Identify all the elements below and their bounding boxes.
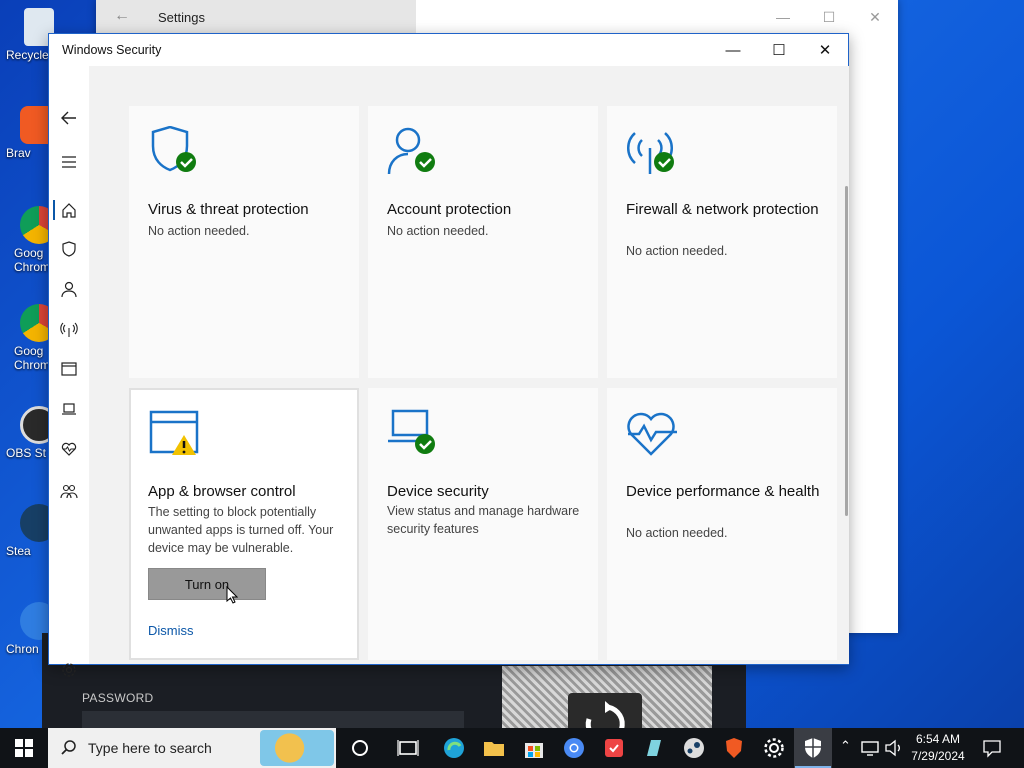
tile-title: Account protection [387, 201, 512, 218]
steam-icon[interactable] [682, 736, 706, 760]
dismiss-link[interactable]: Dismiss [148, 623, 194, 638]
security-content: Virus & threat protection No action need… [89, 66, 849, 664]
turn-on-button[interactable]: Turn on [148, 568, 266, 600]
volume-icon[interactable] [884, 738, 904, 758]
shield-icon [805, 738, 821, 758]
gear-icon [62, 663, 76, 677]
mouse-cursor-icon [226, 586, 238, 604]
security-titlebar: Windows Security — ☐ ✕ [49, 34, 848, 66]
nav-family-options[interactable] [49, 473, 89, 509]
window-title: Windows Security [62, 43, 162, 57]
cortana-icon[interactable] [348, 736, 372, 760]
tile-status: No action needed. [387, 224, 489, 238]
settings-titlebar-left [96, 0, 416, 34]
system-clock[interactable]: 6:54 AM 7/29/2024 [904, 731, 972, 765]
antenna-check-icon [626, 132, 674, 174]
taskbar: Type here to search ⌃ 6:54 AM 7/29/2024 [0, 728, 1024, 768]
tile-status: No action needed. [148, 224, 250, 238]
desktop: Recycle Brav Goog Chrome Goog Chrom OBS … [0, 0, 58, 728]
tile-device-performance-health[interactable]: Device performance & health No action ne… [607, 388, 837, 660]
microsoft-store-icon[interactable] [522, 736, 546, 760]
edge-icon[interactable] [442, 736, 466, 760]
tile-title: App & browser control [148, 483, 296, 500]
family-icon [60, 484, 78, 499]
security-taskbar-button[interactable] [794, 728, 832, 768]
back-arrow-icon [61, 111, 76, 125]
person-icon [61, 281, 77, 298]
browser-warning-icon [149, 410, 199, 455]
nav-settings[interactable] [49, 652, 89, 688]
notification-center-icon[interactable] [982, 738, 1002, 758]
brave-icon[interactable] [722, 736, 746, 760]
app-icon[interactable] [602, 736, 626, 760]
clock-time: 6:54 AM [915, 732, 961, 746]
search-icon [61, 740, 76, 755]
nav-device-security[interactable] [49, 391, 89, 427]
tile-virus-threat-protection[interactable]: Virus & threat protection No action need… [129, 106, 359, 378]
nav-home[interactable] [49, 192, 89, 228]
chromium-icon[interactable] [562, 736, 586, 760]
search-placeholder: Type here to search [88, 740, 212, 756]
security-sidebar [49, 66, 89, 677]
antenna-icon [60, 322, 78, 337]
nav-account-protection[interactable] [49, 271, 89, 307]
settings-gear-icon[interactable] [762, 736, 786, 760]
tile-app-browser-control[interactable]: App & browser control The setting to blo… [129, 388, 359, 660]
tile-status: No action needed. [626, 244, 728, 258]
file-explorer-icon[interactable] [482, 736, 506, 760]
taskbar-search-box[interactable]: Type here to search [48, 728, 336, 768]
settings-title: Settings [158, 10, 205, 25]
heart-pulse-icon [61, 442, 77, 456]
tile-status: The setting to block potentially unwante… [148, 505, 334, 555]
task-view-icon[interactable] [396, 736, 420, 760]
close-button[interactable]: ✕ [802, 34, 848, 66]
tile-title: Firewall & network protection [626, 201, 819, 218]
tile-title: Device performance & health [626, 483, 820, 500]
nav-back-button[interactable] [49, 100, 89, 136]
settings-titlebar: ← Settings — ☐ ✕ [96, 0, 898, 34]
windows-security-window: Windows Security — ☐ ✕ Virus & threat pr… [48, 33, 849, 677]
nav-firewall[interactable] [49, 311, 89, 347]
tile-title: Device security [387, 483, 489, 500]
maximize-icon[interactable]: ☐ [806, 0, 852, 34]
window-controls: — ☐ ✕ [710, 34, 848, 66]
tile-title: Virus & threat protection [148, 201, 309, 218]
person-check-icon [387, 127, 435, 175]
nav-virus-protection[interactable] [49, 231, 89, 267]
start-button[interactable] [0, 728, 48, 768]
tile-status: No action needed. [626, 526, 728, 540]
close-icon[interactable]: ✕ [852, 0, 898, 34]
tile-firewall-network-protection[interactable]: Firewall & network protection No action … [607, 106, 837, 378]
search-highlight-image [260, 730, 334, 766]
clock-date: 7/29/2024 [911, 749, 965, 763]
laptop-check-icon [388, 409, 435, 454]
tile-account-protection[interactable]: Account protection No action needed. [368, 106, 598, 378]
shield-check-icon [151, 126, 196, 172]
shield-icon [62, 241, 76, 257]
nav-device-performance[interactable] [49, 431, 89, 467]
settings-window-controls: — ☐ ✕ [760, 0, 898, 34]
browser-window-icon [61, 362, 77, 376]
password-label: PASSWORD [82, 691, 154, 705]
maximize-button[interactable]: ☐ [756, 34, 802, 66]
hamburger-icon [62, 156, 76, 168]
nav-app-browser-control[interactable] [49, 351, 89, 387]
nav-menu-button[interactable] [49, 144, 89, 180]
network-icon[interactable] [860, 738, 880, 758]
laptop-icon [62, 403, 76, 415]
heart-pulse-icon [627, 412, 677, 456]
minimize-button[interactable]: — [710, 34, 756, 66]
home-icon [62, 203, 76, 218]
back-arrow-icon[interactable]: ← [114, 7, 130, 25]
notes-app-icon[interactable] [642, 736, 666, 760]
minimize-icon[interactable]: — [760, 0, 806, 34]
tile-status: View status and manage hardware security… [387, 504, 580, 536]
windows-logo-icon [15, 739, 33, 757]
vertical-scrollbar[interactable] [845, 186, 848, 516]
tile-device-security[interactable]: Device security View status and manage h… [368, 388, 598, 660]
show-hidden-icons[interactable]: ⌃ [840, 738, 851, 754]
